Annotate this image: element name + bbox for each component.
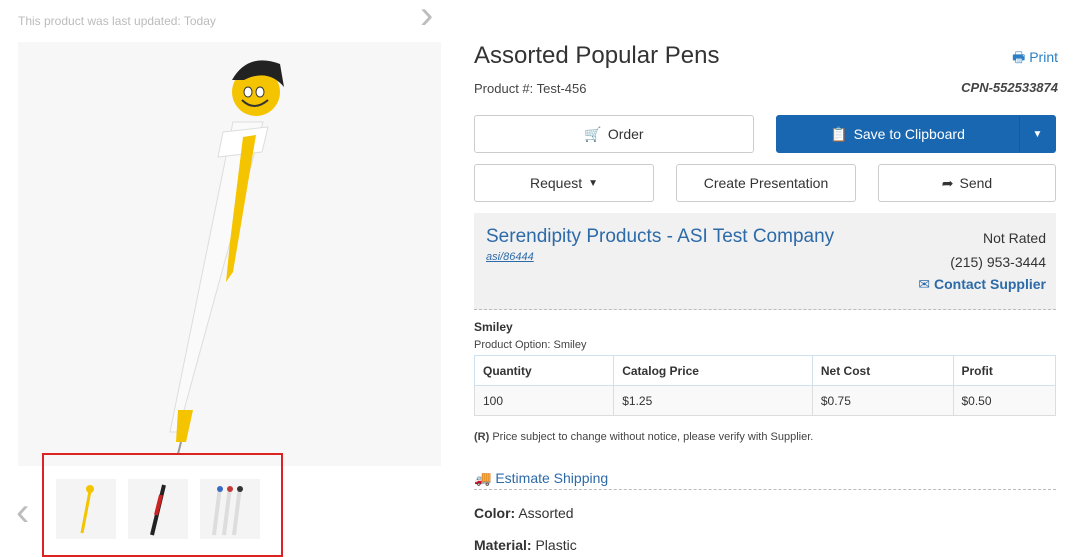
- cell-catalog-price: $1.25: [613, 385, 813, 416]
- cell-profit: $0.50: [952, 385, 1056, 416]
- table-row: 100 $1.25 $0.75 $0.50: [473, 385, 1056, 416]
- product-title: Assorted Popular Pens: [474, 42, 720, 69]
- presentation-label: Create Presentation: [703, 175, 829, 191]
- caret-down-icon: ▼: [588, 177, 599, 189]
- order-button[interactable]: 🛒 Order: [474, 115, 754, 153]
- cart-icon: 🛒: [584, 125, 602, 142]
- cell-quantity: 100: [473, 385, 615, 416]
- send-button[interactable]: ➦ Send: [878, 164, 1056, 202]
- envelope-icon: ✉: [918, 276, 931, 292]
- contact-supplier-link[interactable]: ✉ Contact Supplier: [918, 276, 1046, 293]
- contact-label: Contact Supplier: [933, 276, 1046, 292]
- pricing-header-row: Quantity Catalog Price Net Cost Profit: [473, 355, 1056, 386]
- header-profit: Profit: [952, 355, 1056, 386]
- save-to-clipboard-button[interactable]: 📋 Save to Clipboard: [776, 115, 1019, 153]
- disclaimer-marker: (R): [474, 431, 490, 443]
- price-disclaimer: (R) Price subject to change without noti…: [474, 431, 813, 443]
- header-quantity: Quantity: [473, 355, 615, 386]
- request-label: Request: [529, 175, 583, 191]
- create-presentation-button[interactable]: Create Presentation: [676, 164, 856, 202]
- material-label: Material:: [474, 537, 532, 553]
- option-subtitle: Product Option: Smiley: [474, 339, 587, 351]
- pen-illustration: [169, 60, 284, 455]
- carousel-prev-arrow[interactable]: ‹: [16, 492, 29, 532]
- print-label: Print: [1029, 49, 1058, 65]
- material-value: Plastic: [531, 537, 577, 553]
- supplier-name-link[interactable]: Serendipity Products - ASI Test Company: [486, 226, 834, 248]
- supplier-panel: Serendipity Products - ASI Test Company …: [474, 213, 1056, 310]
- thumbnail-highlight-box: [42, 453, 283, 557]
- header-catalog-price: Catalog Price: [613, 355, 813, 386]
- color-value: Assorted: [515, 505, 574, 521]
- estimate-label: Estimate Shipping: [495, 470, 609, 486]
- product-number: Product #: Test-456: [474, 81, 587, 96]
- caret-down-icon: ▼: [1032, 128, 1043, 140]
- header-net-cost: Net Cost: [811, 355, 954, 386]
- pricing-table: Quantity Catalog Price Net Cost Profit 1…: [473, 355, 1056, 416]
- carousel-next-arrow[interactable]: ›: [420, 0, 1004, 35]
- disclaimer-text: Price subject to change without notice, …: [489, 431, 814, 443]
- print-link[interactable]: 🖶 Print: [1012, 47, 1058, 71]
- supplier-rating: Not Rated: [982, 230, 1046, 246]
- order-label: Order: [607, 126, 644, 142]
- save-label: Save to Clipboard: [853, 126, 965, 142]
- last-updated-text: This product was last updated: Today: [18, 14, 216, 28]
- cpn-number: CPN-552533874: [961, 80, 1058, 95]
- asi-number-link[interactable]: asi/86444: [486, 251, 534, 263]
- save-dropdown-toggle[interactable]: ▼: [1019, 115, 1056, 153]
- printer-icon: 🖶: [1012, 49, 1026, 65]
- truck-icon: 🚚: [474, 470, 492, 486]
- supplier-phone: (215) 953-3444: [950, 254, 1046, 270]
- main-product-image[interactable]: [18, 42, 441, 466]
- cell-net-cost: $0.75: [811, 385, 954, 416]
- request-dropdown-button[interactable]: Request ▼: [474, 164, 654, 202]
- color-label: Color:: [474, 505, 516, 521]
- send-label: Send: [959, 175, 993, 191]
- material-attribute: Material: Plastic: [474, 537, 577, 553]
- clipboard-icon: 📋: [830, 125, 848, 142]
- option-name: Smiley: [474, 320, 513, 334]
- share-arrow-icon: ➦: [941, 174, 954, 191]
- color-attribute: Color: Assorted: [474, 505, 574, 521]
- estimate-shipping-link[interactable]: 🚚 Estimate Shipping: [474, 470, 1056, 490]
